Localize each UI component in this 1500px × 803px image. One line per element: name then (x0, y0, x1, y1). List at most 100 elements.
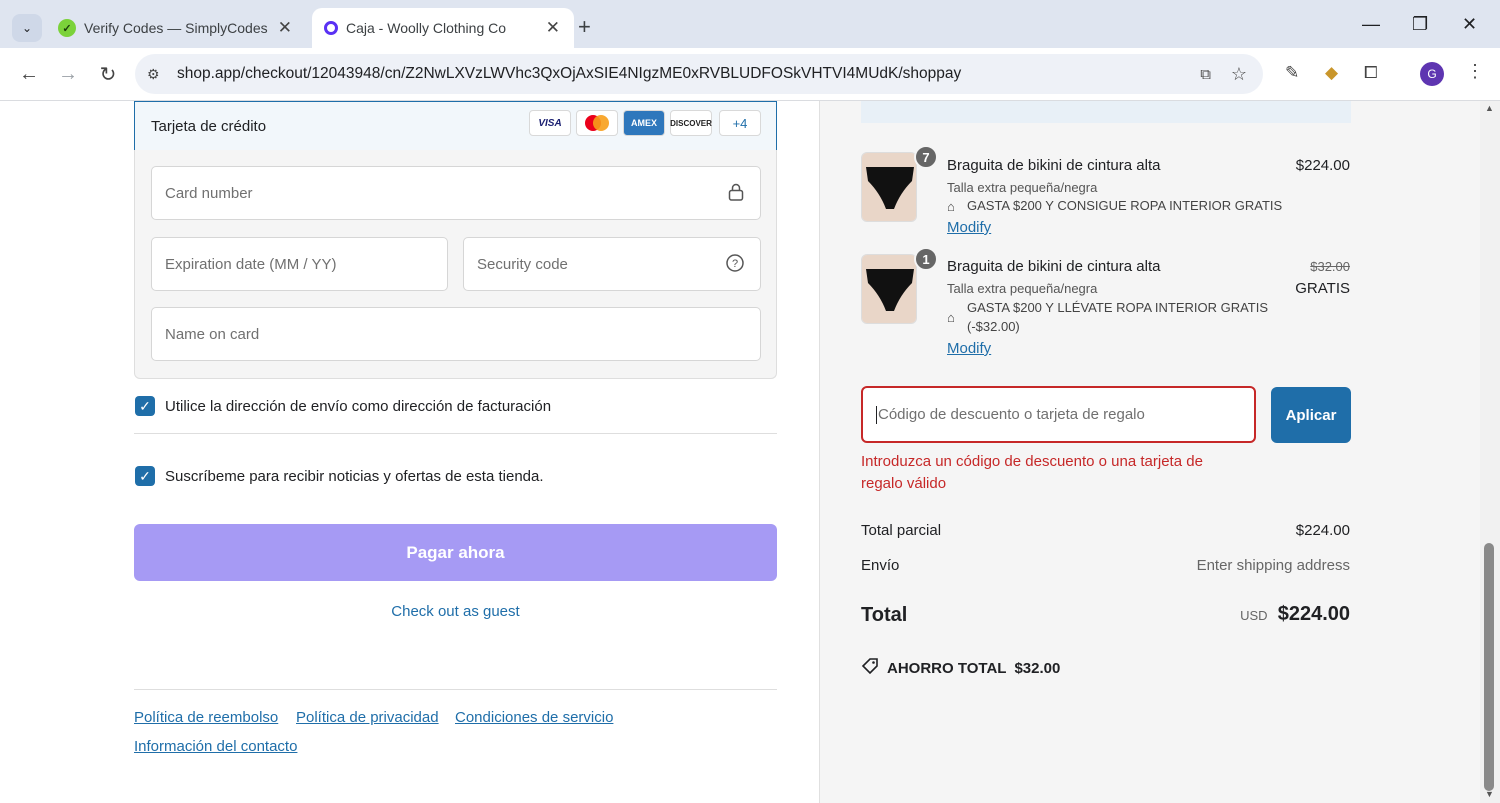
product-name: Braguita de bikini de cintura alta (947, 157, 1161, 174)
check-icon: ✓ (139, 397, 151, 414)
divider (134, 689, 777, 690)
extensions-puzzle-icon[interactable]: ⧠ (1364, 63, 1378, 83)
minimize-button[interactable]: — (1362, 14, 1380, 35)
divider (134, 433, 777, 434)
modify-link[interactable]: Modify (947, 219, 991, 236)
lock-icon (728, 183, 744, 206)
tab-checkout[interactable]: Caja - Woolly Clothing Co ✕ (312, 8, 574, 48)
modify-link[interactable]: Modify (947, 340, 991, 357)
restore-button[interactable]: ❐ (1412, 14, 1428, 35)
savings-tag-icon (861, 657, 879, 679)
help-icon[interactable]: ? (726, 254, 744, 277)
close-window-button[interactable]: ✕ (1462, 14, 1477, 35)
tab-title: Caja - Woolly Clothing Co (346, 20, 507, 36)
arrow-right-icon: → (58, 62, 78, 85)
bookmark-star-icon[interactable]: ☆ (1231, 64, 1247, 85)
scroll-down-icon[interactable]: ▼ (1485, 789, 1494, 799)
url-text[interactable]: shop.app/checkout/12043948/cn/Z2NwLXVzLW… (177, 65, 961, 83)
card-form: Card number Expiration date (MM / YY) Se… (134, 150, 777, 379)
shipping-label: Envío (861, 557, 900, 574)
svg-text:?: ? (732, 258, 738, 270)
terms-of-service-link[interactable]: Condiciones de servicio (455, 709, 613, 726)
pay-now-button[interactable]: Pagar ahora (134, 524, 777, 581)
product-name: Braguita de bikini de cintura alta (947, 258, 1161, 275)
card-number-field[interactable]: Card number (151, 166, 761, 220)
page-scrollbar[interactable]: ▲ ▼ (1480, 101, 1500, 803)
credit-card-option[interactable]: Tarjeta de crédito VISA AMEX DISCOVER +4 (134, 101, 777, 151)
tab-title: Verify Codes — SimplyCodes (84, 20, 268, 36)
tab-strip: ⌄ ✓ Verify Codes — SimplyCodes ✕ Caja - … (0, 0, 1500, 54)
quantity-badge: 7 (914, 145, 938, 169)
reload-icon: ↻ (99, 63, 117, 86)
apply-button[interactable]: Aplicar (1271, 387, 1351, 443)
order-summary-column: 7 Braguita de bikini de cintura alta Tal… (819, 101, 1480, 803)
summary-banner (861, 101, 1351, 123)
payment-column: Tarjeta de crédito VISA AMEX DISCOVER +4… (0, 101, 819, 803)
tag-icon: ⌂ (947, 310, 955, 325)
discover-icon: DISCOVER (670, 110, 712, 136)
subtotal-value: $224.00 (1295, 522, 1350, 539)
subscribe-label[interactable]: Suscríbeme para recibir noticias y ofert… (165, 468, 544, 485)
back-button[interactable]: ← (14, 59, 44, 89)
tab-simplycodes[interactable]: ✓ Verify Codes — SimplyCodes ✕ (48, 8, 306, 48)
translate-icon[interactable]: ⧉ (1200, 66, 1211, 83)
site-info-icon[interactable]: ⚙ (147, 66, 160, 83)
check-icon: ✓ (139, 467, 151, 484)
contact-info-link[interactable]: Información del contacto (134, 738, 297, 755)
more-brands-badge: +4 (719, 110, 761, 136)
payment-method-label: Tarjeta de crédito (151, 117, 267, 135)
close-icon[interactable]: ✕ (546, 18, 560, 38)
avatar[interactable]: G (1420, 62, 1444, 86)
browser-toolbar: ← → ↻ ⚙ shop.app/checkout/12043948/cn/Z2… (0, 48, 1500, 101)
product-image (861, 254, 917, 324)
forward-button[interactable]: → (53, 59, 83, 89)
reload-button[interactable]: ↻ (93, 59, 123, 89)
total-currency: USD (1240, 608, 1268, 623)
product-variant: Talla extra pequeña/negra (947, 180, 1098, 195)
tab-search-button[interactable]: ⌄ (12, 14, 42, 42)
amex-icon: AMEX (623, 110, 665, 136)
quantity-badge: 1 (914, 247, 938, 271)
total-label: Total (861, 604, 908, 626)
discount-code-input[interactable]: Código de descuento o tarjeta de regalo (861, 386, 1256, 443)
product-image (861, 152, 917, 222)
product-variant: Talla extra pequeña/negra (947, 281, 1098, 296)
security-code-field[interactable]: Security code ? (463, 237, 761, 291)
menu-kebab-icon[interactable]: ⋮ (1466, 61, 1484, 82)
extension-honey-icon[interactable]: ◆ (1325, 63, 1338, 83)
product-price: $224.00 (1295, 157, 1350, 174)
visa-icon: VISA (529, 110, 571, 136)
checkout-page: Tarjeta de crédito VISA AMEX DISCOVER +4… (0, 101, 1500, 803)
refund-policy-link[interactable]: Política de reembolso (134, 709, 278, 726)
extension-feather-icon[interactable]: ✎ (1285, 63, 1299, 83)
address-bar[interactable]: ⚙ shop.app/checkout/12043948/cn/Z2NwLXVz… (135, 54, 1263, 94)
shop-icon (324, 21, 338, 35)
product-discount-amount: (-$32.00) (967, 319, 1020, 334)
total-value: $224.00 (1277, 603, 1350, 625)
subtotal-label: Total parcial (861, 522, 942, 539)
scrollbar-thumb[interactable] (1484, 543, 1494, 791)
billing-same-label[interactable]: Utilice la dirección de envío como direc… (165, 398, 551, 415)
subscribe-checkbox[interactable]: ✓ (135, 466, 155, 486)
scroll-up-icon[interactable]: ▲ (1485, 103, 1494, 113)
expiration-date-field[interactable]: Expiration date (MM / YY) (151, 237, 448, 291)
shipping-value: Enter shipping address (1196, 557, 1350, 574)
original-price: $32.00 (1310, 259, 1350, 274)
savings-label: AHORRO TOTAL (887, 659, 1007, 677)
simplycodes-icon: ✓ (58, 19, 76, 37)
name-on-card-field[interactable]: Name on card (151, 307, 761, 361)
new-tab-button[interactable]: + (578, 14, 591, 40)
text-cursor (876, 405, 877, 424)
total-savings: AHORRO TOTAL $32.00 (861, 657, 1060, 679)
close-icon[interactable]: ✕ (278, 18, 292, 38)
guest-checkout-link[interactable]: Check out as guest (134, 603, 777, 620)
billing-same-checkbox[interactable]: ✓ (135, 396, 155, 416)
tag-icon: ⌂ (947, 199, 955, 214)
product-price: GRATIS (1295, 280, 1350, 297)
product-discount: GASTA $200 Y CONSIGUE ROPA INTERIOR GRAT… (967, 198, 1283, 213)
savings-value: $32.00 (1014, 659, 1061, 677)
product-discount: GASTA $200 Y LLÉVATE ROPA INTERIOR GRATI… (967, 300, 1269, 315)
chevron-down-icon: ⌄ (21, 21, 33, 35)
privacy-policy-link[interactable]: Política de privacidad (296, 709, 439, 726)
discount-error: Introduzca un código de descuento o una … (861, 453, 1203, 492)
